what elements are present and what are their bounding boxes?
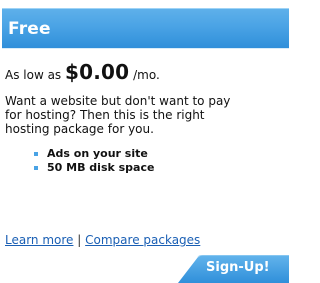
description-line: Want a website but don't want to pay — [5, 94, 231, 108]
feature-item: 50 MB disk space — [34, 161, 154, 175]
feature-item: Ads on your site — [34, 147, 154, 161]
sign-up-label: Sign-Up! — [206, 260, 270, 275]
sign-up-button[interactable]: Sign-Up! — [178, 255, 289, 283]
header-divider — [2, 48, 289, 49]
bullet-icon — [34, 152, 38, 156]
link-separator: | — [77, 233, 82, 247]
bullet-icon — [34, 166, 38, 170]
compare-packages-link[interactable]: Compare packages — [85, 233, 200, 247]
plan-description: Want a website but don't want to pay for… — [5, 94, 289, 136]
plan-header: Free — [2, 8, 289, 48]
learn-more-link[interactable]: Learn more — [5, 233, 73, 247]
price-line: As low as $0.00 /mo. — [5, 60, 160, 87]
price-value: $0.00 — [65, 60, 130, 84]
description-line: for hosting? Then this is the right — [5, 108, 205, 122]
feature-label: Ads on your site — [47, 147, 148, 160]
plan-title: Free — [8, 19, 51, 39]
plan-links: Learn more | Compare packages — [5, 233, 200, 247]
hosting-plan-card: Free As low as $0.00 /mo. Want a website… — [0, 0, 289, 283]
feature-list: Ads on your site 50 MB disk space — [34, 147, 154, 175]
price-prefix: As low as — [5, 68, 62, 82]
feature-label: 50 MB disk space — [47, 161, 155, 174]
description-line: hosting package for you. — [5, 122, 154, 136]
price-suffix: /mo. — [133, 68, 160, 82]
